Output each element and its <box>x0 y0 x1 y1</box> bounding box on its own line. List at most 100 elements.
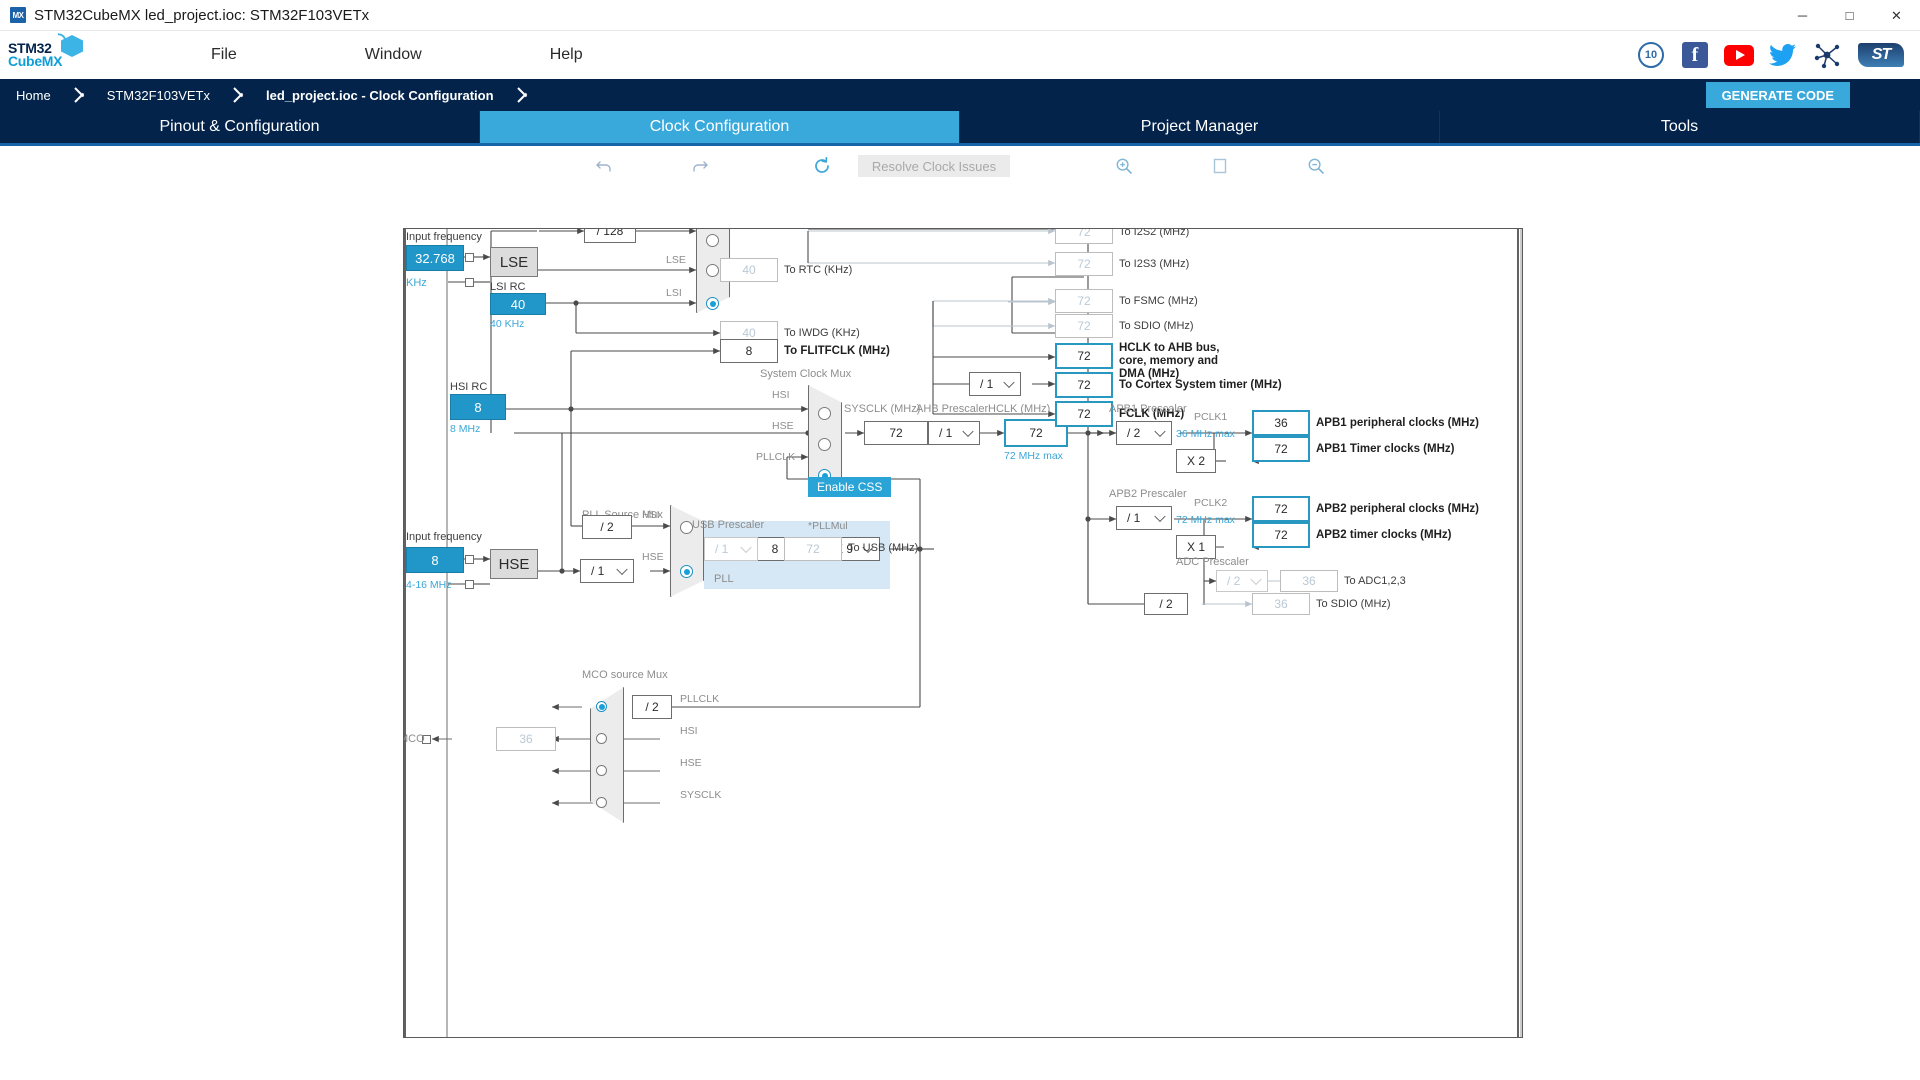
hse-oscillator-block[interactable]: HSE <box>490 549 538 579</box>
cortex-systimer-value: 72 <box>1055 372 1113 398</box>
youtube-icon[interactable] <box>1724 40 1754 70</box>
apb1-peripheral-clocks-label: APB1 peripheral clocks (MHz) <box>1316 417 1479 429</box>
menu-window[interactable]: Window <box>347 40 440 70</box>
rtc-mux-lse-label: LSE <box>666 254 686 266</box>
chevron-down-icon <box>1250 573 1262 586</box>
hclk-label: HCLK (MHz) <box>988 403 1051 415</box>
clock-tree-canvas[interactable]: Input frequency 32.768 KHz LSE LSI RC 40… <box>403 228 1523 1038</box>
facebook-icon[interactable]: f <box>1680 40 1710 70</box>
lse-input-frequency-field[interactable]: 32.768 <box>406 245 464 271</box>
system-mux-pllclk-label: PLLCLK <box>756 451 796 463</box>
usb-prescaler-select[interactable]: / 1 <box>704 537 758 561</box>
to-fsmc-label: To FSMC (MHz) <box>1119 295 1198 307</box>
ahb-prescaler-select[interactable]: / 1 <box>928 421 980 445</box>
lse-input-caption: Input frequency <box>406 231 482 243</box>
twitter-icon[interactable] <box>1768 40 1798 70</box>
breadcrumb-separator-icon <box>232 79 250 111</box>
mco-mux-input-sysclk[interactable] <box>596 797 607 808</box>
to-usb-value: 72 <box>784 537 842 561</box>
to-flitfclk-label: To FLITFCLK (MHz) <box>784 345 890 357</box>
breadcrumb: Home STM32F103VETx led_project.ioc - Clo… <box>0 79 1920 111</box>
youtube-glyph <box>1724 44 1754 66</box>
clock-tree-inner: Input frequency 32.768 KHz LSE LSI RC 40… <box>404 229 1522 1037</box>
tab-tools[interactable]: Tools <box>1440 111 1920 143</box>
main-tab-bar: Pinout & Configuration Clock Configurati… <box>0 111 1920 143</box>
mco-mux-input-hsi[interactable] <box>596 733 607 744</box>
sdio-divider: / 2 <box>1144 593 1188 615</box>
breadcrumb-item-current[interactable]: led_project.ioc - Clock Configuration <box>250 79 516 111</box>
apb1-prescaler-select[interactable]: / 2 <box>1116 421 1172 445</box>
breadcrumb-item-home[interactable]: Home <box>0 79 73 111</box>
apb1-prescaler-value: / 2 <box>1127 426 1141 440</box>
close-button[interactable]: ✕ <box>1873 0 1920 31</box>
fit-icon[interactable] <box>1198 152 1242 180</box>
community-network-icon[interactable] <box>1812 40 1842 70</box>
lse-unit-label: KHz <box>406 277 427 289</box>
clock-tree-wires <box>404 229 1522 1037</box>
adc-prescaler-value: / 2 <box>1227 574 1241 588</box>
clock-toolbar: Resolve Clock Issues <box>0 146 1920 186</box>
zoom-out-icon[interactable] <box>1294 152 1338 180</box>
undo-icon[interactable] <box>582 152 626 180</box>
to-i2s2-label: To I2S2 (MHz) <box>1119 228 1190 238</box>
apb1-prescaler-label: APB1 Prescaler <box>1109 403 1187 415</box>
tab-pinout-configuration[interactable]: Pinout & Configuration <box>0 111 480 143</box>
pllmul-label: *PLLMul <box>808 520 848 532</box>
hse-input-frequency-field[interactable]: 8 <box>406 547 464 573</box>
anniversary-badge-icon[interactable]: 10 <box>1636 40 1666 70</box>
to-adc-value: 36 <box>1280 570 1338 592</box>
pll-source-hse-label: HSE <box>642 551 664 563</box>
apb1-max-note: 36 MHz max <box>1176 428 1235 440</box>
to-sdio-value: 36 <box>1252 593 1310 615</box>
pll-source-hsi-divider: / 2 <box>582 515 632 539</box>
hse-pin-in <box>465 555 474 564</box>
cortex-systick-prescaler-select[interactable]: / 1 <box>969 372 1021 396</box>
usb-prescaler-label: USB Prescaler <box>692 519 765 531</box>
menu-file[interactable]: File <box>193 40 255 70</box>
pll-group-label: PLL <box>714 573 734 585</box>
reset-icon[interactable] <box>800 152 844 180</box>
anniversary-badge-label: 10 <box>1638 42 1664 68</box>
swirl-icon <box>56 33 68 44</box>
minimize-button[interactable]: ─ <box>1779 0 1826 31</box>
adc-prescaler-select[interactable]: / 2 <box>1216 570 1268 592</box>
apb1-peripheral-clocks-value: 36 <box>1252 410 1310 436</box>
rtc-mux-input-lsi[interactable] <box>706 297 719 310</box>
apb2-peripheral-clocks-value: 72 <box>1252 496 1310 522</box>
zoom-in-icon[interactable] <box>1102 152 1146 180</box>
st-logo-icon[interactable]: ST <box>1856 40 1906 70</box>
lsi-caption: LSI RC <box>490 281 526 293</box>
generate-code-button[interactable]: GENERATE CODE <box>1705 82 1850 108</box>
hclk-ahb-core-value: 72 <box>1055 343 1113 369</box>
enable-css-button[interactable]: Enable CSS <box>808 477 892 497</box>
system-mux-input-hse[interactable] <box>818 438 831 451</box>
sysclk-label: SYSCLK (MHz) <box>844 403 921 415</box>
hse-input-caption: Input frequency <box>406 531 482 543</box>
rtc-mux-input-hse-rtc[interactable] <box>706 234 719 247</box>
mco-mux-input-hse[interactable] <box>596 765 607 776</box>
menu-help[interactable]: Help <box>532 40 601 70</box>
maximize-button[interactable]: □ <box>1826 0 1873 31</box>
mco-pin-label: (MHz) MCO <box>404 733 425 745</box>
mco-mux-input-pllclk[interactable] <box>596 701 607 712</box>
twitter-bird-glyph <box>1769 44 1796 66</box>
pll-source-mux-input-hse[interactable] <box>680 565 693 578</box>
tab-project-manager[interactable]: Project Manager <box>960 111 1440 143</box>
breadcrumb-item-mcu[interactable]: STM32F103VETx <box>91 79 232 111</box>
system-mux-input-hsi[interactable] <box>818 407 831 420</box>
lse-oscillator-block[interactable]: LSE <box>490 247 538 277</box>
to-i2s3-value: 72 <box>1055 252 1113 276</box>
logo-line-2: CubeMX <box>8 53 63 69</box>
pll-source-hse-divider-select[interactable]: / 1 <box>580 559 634 583</box>
redo-icon[interactable] <box>678 152 722 180</box>
tab-clock-configuration[interactable]: Clock Configuration <box>480 111 960 143</box>
usb-prescaler-value: / 1 <box>715 542 729 556</box>
lsi-value-field[interactable]: 40 <box>490 293 546 315</box>
to-sdio-ahb-value: 72 <box>1055 314 1113 338</box>
mco-pllclk-label: PLLCLK <box>680 693 720 705</box>
apb2-prescaler-select[interactable]: / 1 <box>1116 506 1172 530</box>
rtc-mux-input-lse[interactable] <box>706 264 719 277</box>
cortex-systimer-label: To Cortex System timer (MHz) <box>1119 379 1282 391</box>
to-rtc-label: To RTC (KHz) <box>784 264 853 276</box>
social-links: 10 f ST <box>1636 31 1906 79</box>
